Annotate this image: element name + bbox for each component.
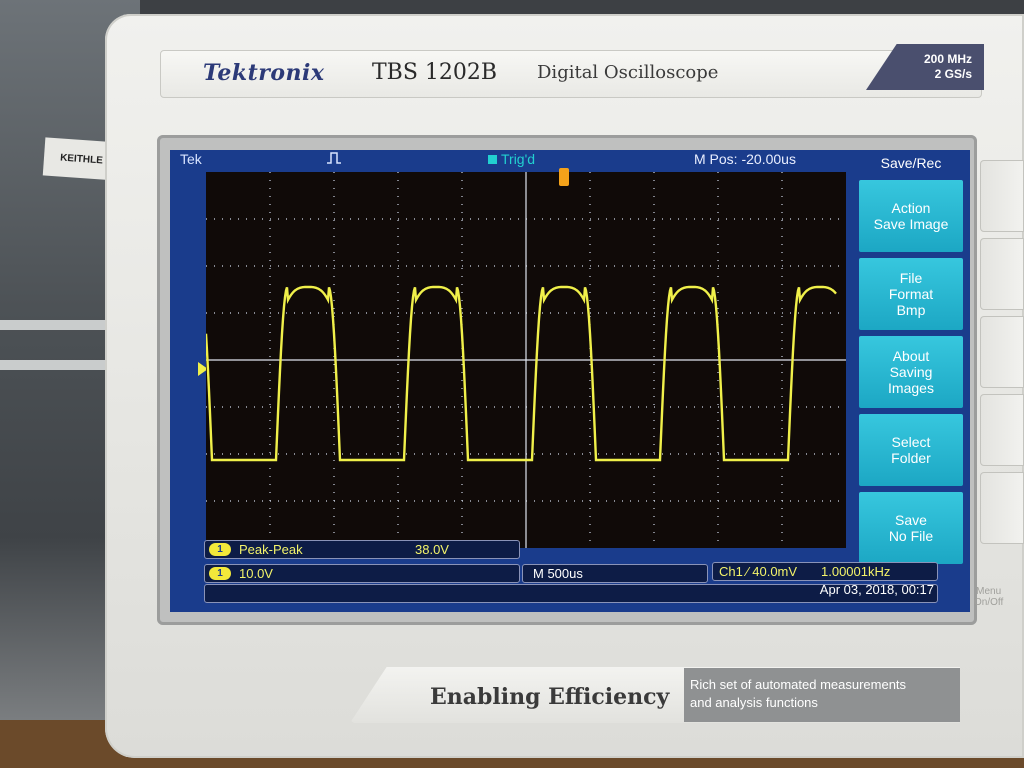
menu-button-line: Action (891, 200, 931, 216)
menu-button-line: Save Image (873, 216, 949, 232)
menu-onoff-button[interactable]: Menu On/Off (974, 586, 1003, 608)
trigger-source: Ch1 ⁄ 40.0mV (719, 564, 798, 579)
trigger-readout: Ch1 ⁄ 40.0mV 1.00001kHz (712, 562, 938, 581)
menu-button-line: Folder (891, 450, 931, 466)
bezel-button-2[interactable] (980, 238, 1024, 310)
menu-button-select-folder[interactable]: Select Folder (859, 414, 963, 486)
feature-line: Rich set of automated measurements (690, 677, 907, 692)
bezel-button-1[interactable] (980, 160, 1024, 232)
trigger-frequency: 1.00001kHz (821, 564, 891, 579)
menu-button-line: No File (888, 528, 934, 544)
bezel-button-3[interactable] (980, 316, 1024, 388)
menu-button-line: Select (891, 434, 931, 450)
timebase-value: M 500us (533, 566, 583, 581)
trigger-position-marker[interactable] (559, 168, 569, 186)
ch1-waveform-trace (206, 285, 837, 462)
measurement-readout: 1 Peak-Peak 38.0V (204, 540, 520, 559)
waveform-graticule (206, 172, 846, 548)
menu-button-line: Images (888, 380, 934, 396)
menu-button-line: About (892, 348, 930, 364)
timebase-readout: M 500us (522, 564, 708, 583)
menu-onoff-line: Menu (976, 586, 1002, 597)
datetime: Apr 03, 2018, 00:17 (819, 582, 934, 597)
menu-button-save[interactable]: Save No File (859, 492, 963, 564)
bezel-button-5[interactable] (980, 472, 1024, 544)
menu-button-line: File (899, 270, 923, 286)
menu-button-about-saving[interactable]: About Saving Images (859, 336, 963, 408)
measurement-value: 38.0V (415, 542, 449, 557)
spec-sample-rate: 2 GS/s (934, 67, 972, 81)
menu-onoff-line: On/Off (974, 597, 1004, 608)
ch1-scale: 10.0V (239, 566, 273, 581)
oscilloscope-screen: Tek Trig'd M Pos: -20.00us Save/Rec Acti… (170, 150, 970, 612)
status-bar: Tek Trig'd M Pos: -20.00us (170, 150, 856, 168)
model-name: TBS 1202B (372, 60, 498, 85)
waveform-plot (206, 172, 846, 548)
channel-badge: 1 (209, 543, 231, 556)
menu-button-file-format[interactable]: File Format Bmp (859, 258, 963, 330)
rising-pulse-icon (327, 152, 341, 164)
tek-label: Tek (180, 151, 202, 167)
menu-button-line: Format (888, 286, 934, 302)
measurement-name: Peak-Peak (239, 542, 303, 557)
channel-badge: 1 (209, 567, 231, 580)
menu-button-line: Bmp (896, 302, 926, 318)
feature-line: and analysis functions (690, 695, 818, 710)
menu-button-line: Saving (889, 364, 933, 380)
ch1-scale-readout: 1 10.0V (204, 564, 520, 583)
bezel-button-4[interactable] (980, 394, 1024, 466)
menu-button-line: Save (895, 512, 927, 528)
bezel-buttons (980, 160, 1024, 544)
menu-title: Save/Rec (880, 155, 942, 171)
trigger-status: Trig'd (488, 151, 535, 167)
square-status-icon (488, 155, 497, 164)
brand-logo: Tektronix (203, 60, 325, 86)
side-menu: Save/Rec Action Save Image File Format B… (856, 152, 966, 564)
slogan: Enabling Efficiency (430, 684, 670, 710)
trigger-status-text: Trig'd (501, 151, 536, 167)
menu-button-action[interactable]: Action Save Image (859, 180, 963, 252)
model-description: Digital Oscilloscope (537, 62, 719, 83)
horizontal-position: M Pos: -20.00us (694, 151, 796, 167)
feature-box: Rich set of automated measurements and a… (684, 668, 960, 722)
